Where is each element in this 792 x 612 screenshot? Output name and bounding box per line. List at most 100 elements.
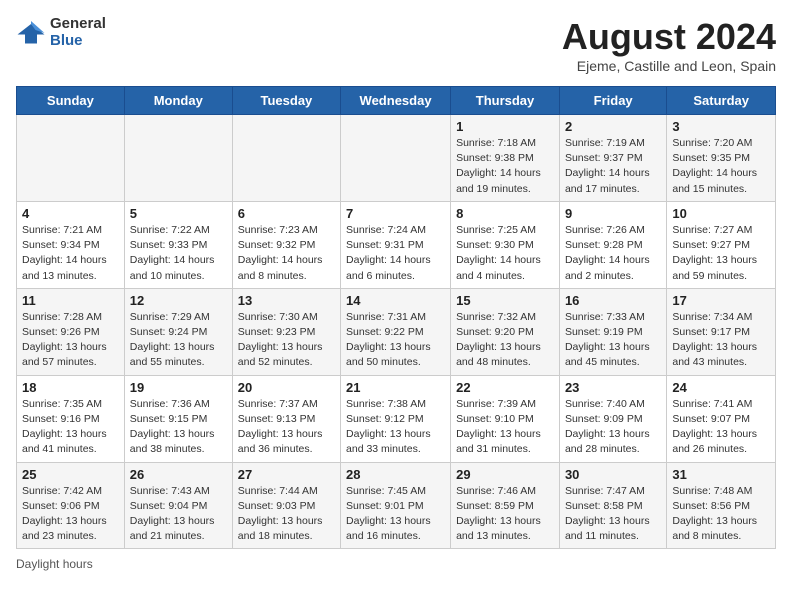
table-row: 11Sunrise: 7:28 AM Sunset: 9:26 PM Dayli… xyxy=(17,288,125,375)
calendar-week-row: 11Sunrise: 7:28 AM Sunset: 9:26 PM Dayli… xyxy=(17,288,776,375)
calendar-table: SundayMondayTuesdayWednesdayThursdayFrid… xyxy=(16,86,776,549)
day-number: 12 xyxy=(130,293,227,308)
table-row: 10 Sunrise: 7:27 AM Sunset: 9:27 PM Dayli… xyxy=(667,201,776,288)
day-number: 26 xyxy=(130,467,227,482)
table-row: 14 Sunrise: 7:31 AM Sunset: 9:22 PM Dayli… xyxy=(341,288,451,375)
day-info-text: Sunrise: 7:19 AM Sunset: 9:37 PM Dayligh… xyxy=(565,136,661,197)
day-number: 9 xyxy=(565,206,661,221)
table-row: 6Sunrise: 7:23 AM Sunset: 9:32 PM Daylig… xyxy=(232,201,340,288)
day-number: 28 xyxy=(346,467,445,482)
logo-bird-icon xyxy=(16,18,46,48)
day-info-text: Sunrise: 7:23 AM Sunset: 9:32 PM Dayligh… xyxy=(238,223,335,284)
month-year-title: August 2024 xyxy=(562,16,776,58)
calendar-week-row: 18 Sunrise: 7:35 AM Sunset: 9:16 PM Dayli… xyxy=(17,375,776,462)
table-row: 16 Sunrise: 7:33 AM Sunset: 9:19 PM Dayli… xyxy=(559,288,666,375)
title-block: August 2024 Ejeme, Castille and Leon, Sp… xyxy=(562,16,776,74)
logo-blue: Blue xyxy=(50,33,106,50)
day-number: 11 xyxy=(22,293,119,308)
table-row: 3Sunrise: 7:20 AM Sunset: 9:35 PM Daylig… xyxy=(667,115,776,202)
calendar-week-row: 1 Sunrise: 7:18 AM Sunset: 9:38 PM Daylig… xyxy=(17,115,776,202)
day-info-text: Sunrise: 7:24 AM Sunset: 9:31 PM Dayligh… xyxy=(346,223,445,284)
day-info-text: Sunrise: 7:37 AM Sunset: 9:13 PM Dayligh… xyxy=(238,397,335,458)
table-row: 23 Sunrise: 7:40 AM Sunset: 9:09 PM Dayli… xyxy=(559,375,666,462)
table-row: 1 Sunrise: 7:18 AM Sunset: 9:38 PM Daylig… xyxy=(451,115,560,202)
table-row: 9 Sunrise: 7:26 AM Sunset: 9:28 PM Daylig… xyxy=(559,201,666,288)
day-info-text: Sunrise: 7:30 AM Sunset: 9:23 PM Dayligh… xyxy=(238,310,335,371)
day-number: 1 xyxy=(456,119,554,134)
day-number: 29 xyxy=(456,467,554,482)
calendar-week-row: 4 Sunrise: 7:21 AM Sunset: 9:34 PM Daylig… xyxy=(17,201,776,288)
day-info-text: Sunrise: 7:38 AM Sunset: 9:12 PM Dayligh… xyxy=(346,397,445,458)
page-header: General Blue August 2024 Ejeme, Castille… xyxy=(16,16,776,74)
table-row: 24Sunrise: 7:41 AM Sunset: 9:07 PM Dayli… xyxy=(667,375,776,462)
day-number: 17 xyxy=(672,293,770,308)
logo: General Blue xyxy=(16,16,106,49)
day-number: 19 xyxy=(130,380,227,395)
day-of-week-header: Tuesday xyxy=(232,87,340,115)
table-row xyxy=(124,115,232,202)
day-info-text: Sunrise: 7:21 AM Sunset: 9:34 PM Dayligh… xyxy=(22,223,119,284)
day-info-text: Sunrise: 7:44 AM Sunset: 9:03 PM Dayligh… xyxy=(238,484,335,545)
table-row: 20 Sunrise: 7:37 AM Sunset: 9:13 PM Dayli… xyxy=(232,375,340,462)
day-info-text: Sunrise: 7:22 AM Sunset: 9:33 PM Dayligh… xyxy=(130,223,227,284)
day-number: 8 xyxy=(456,206,554,221)
day-number: 4 xyxy=(22,206,119,221)
table-row: 26 Sunrise: 7:43 AM Sunset: 9:04 PM Dayli… xyxy=(124,462,232,549)
table-row: 25Sunrise: 7:42 AM Sunset: 9:06 PM Dayli… xyxy=(17,462,125,549)
table-row: 17 Sunrise: 7:34 AM Sunset: 9:17 PM Dayli… xyxy=(667,288,776,375)
day-info-text: Sunrise: 7:43 AM Sunset: 9:04 PM Dayligh… xyxy=(130,484,227,545)
table-row: 13 Sunrise: 7:30 AM Sunset: 9:23 PM Dayli… xyxy=(232,288,340,375)
day-info-text: Sunrise: 7:18 AM Sunset: 9:38 PM Dayligh… xyxy=(456,136,554,197)
day-number: 23 xyxy=(565,380,661,395)
footer-note: Daylight hours xyxy=(16,557,776,571)
day-number: 18 xyxy=(22,380,119,395)
day-of-week-header: Thursday xyxy=(451,87,560,115)
day-info-text: Sunrise: 7:29 AM Sunset: 9:24 PM Dayligh… xyxy=(130,310,227,371)
table-row: 28 Sunrise: 7:45 AM Sunset: 9:01 PM Dayli… xyxy=(341,462,451,549)
day-number: 16 xyxy=(565,293,661,308)
day-number: 13 xyxy=(238,293,335,308)
day-info-text: Sunrise: 7:31 AM Sunset: 9:22 PM Dayligh… xyxy=(346,310,445,371)
table-row xyxy=(341,115,451,202)
day-info-text: Sunrise: 7:35 AM Sunset: 9:16 PM Dayligh… xyxy=(22,397,119,458)
table-row: 21Sunrise: 7:38 AM Sunset: 9:12 PM Dayli… xyxy=(341,375,451,462)
day-number: 5 xyxy=(130,206,227,221)
day-info-text: Sunrise: 7:48 AM Sunset: 8:56 PM Dayligh… xyxy=(672,484,770,545)
day-info-text: Sunrise: 7:32 AM Sunset: 9:20 PM Dayligh… xyxy=(456,310,554,371)
day-info-text: Sunrise: 7:20 AM Sunset: 9:35 PM Dayligh… xyxy=(672,136,770,197)
location-subtitle: Ejeme, Castille and Leon, Spain xyxy=(562,58,776,74)
day-info-text: Sunrise: 7:45 AM Sunset: 9:01 PM Dayligh… xyxy=(346,484,445,545)
day-info-text: Sunrise: 7:39 AM Sunset: 9:10 PM Dayligh… xyxy=(456,397,554,458)
day-info-text: Sunrise: 7:34 AM Sunset: 9:17 PM Dayligh… xyxy=(672,310,770,371)
day-info-text: Sunrise: 7:26 AM Sunset: 9:28 PM Dayligh… xyxy=(565,223,661,284)
table-row: 19 Sunrise: 7:36 AM Sunset: 9:15 PM Dayli… xyxy=(124,375,232,462)
daylight-label: Daylight hours xyxy=(16,557,93,571)
calendar-header-row: SundayMondayTuesdayWednesdayThursdayFrid… xyxy=(17,87,776,115)
calendar-week-row: 25Sunrise: 7:42 AM Sunset: 9:06 PM Dayli… xyxy=(17,462,776,549)
day-number: 2 xyxy=(565,119,661,134)
table-row: 29 Sunrise: 7:46 AM Sunset: 8:59 PM Dayli… xyxy=(451,462,560,549)
day-number: 14 xyxy=(346,293,445,308)
day-info-text: Sunrise: 7:27 AM Sunset: 9:27 PM Dayligh… xyxy=(672,223,770,284)
table-row: 15Sunrise: 7:32 AM Sunset: 9:20 PM Dayli… xyxy=(451,288,560,375)
day-of-week-header: Sunday xyxy=(17,87,125,115)
table-row xyxy=(17,115,125,202)
day-number: 24 xyxy=(672,380,770,395)
table-row: 22 Sunrise: 7:39 AM Sunset: 9:10 PM Dayli… xyxy=(451,375,560,462)
day-info-text: Sunrise: 7:42 AM Sunset: 9:06 PM Dayligh… xyxy=(22,484,119,545)
day-number: 31 xyxy=(672,467,770,482)
day-of-week-header: Friday xyxy=(559,87,666,115)
table-row: 12 Sunrise: 7:29 AM Sunset: 9:24 PM Dayli… xyxy=(124,288,232,375)
day-of-week-header: Monday xyxy=(124,87,232,115)
day-info-text: Sunrise: 7:33 AM Sunset: 9:19 PM Dayligh… xyxy=(565,310,661,371)
day-info-text: Sunrise: 7:40 AM Sunset: 9:09 PM Dayligh… xyxy=(565,397,661,458)
day-of-week-header: Saturday xyxy=(667,87,776,115)
day-info-text: Sunrise: 7:36 AM Sunset: 9:15 PM Dayligh… xyxy=(130,397,227,458)
day-number: 22 xyxy=(456,380,554,395)
day-number: 20 xyxy=(238,380,335,395)
day-number: 27 xyxy=(238,467,335,482)
day-info-text: Sunrise: 7:46 AM Sunset: 8:59 PM Dayligh… xyxy=(456,484,554,545)
table-row: 2 Sunrise: 7:19 AM Sunset: 9:37 PM Daylig… xyxy=(559,115,666,202)
day-number: 10 xyxy=(672,206,770,221)
day-number: 7 xyxy=(346,206,445,221)
